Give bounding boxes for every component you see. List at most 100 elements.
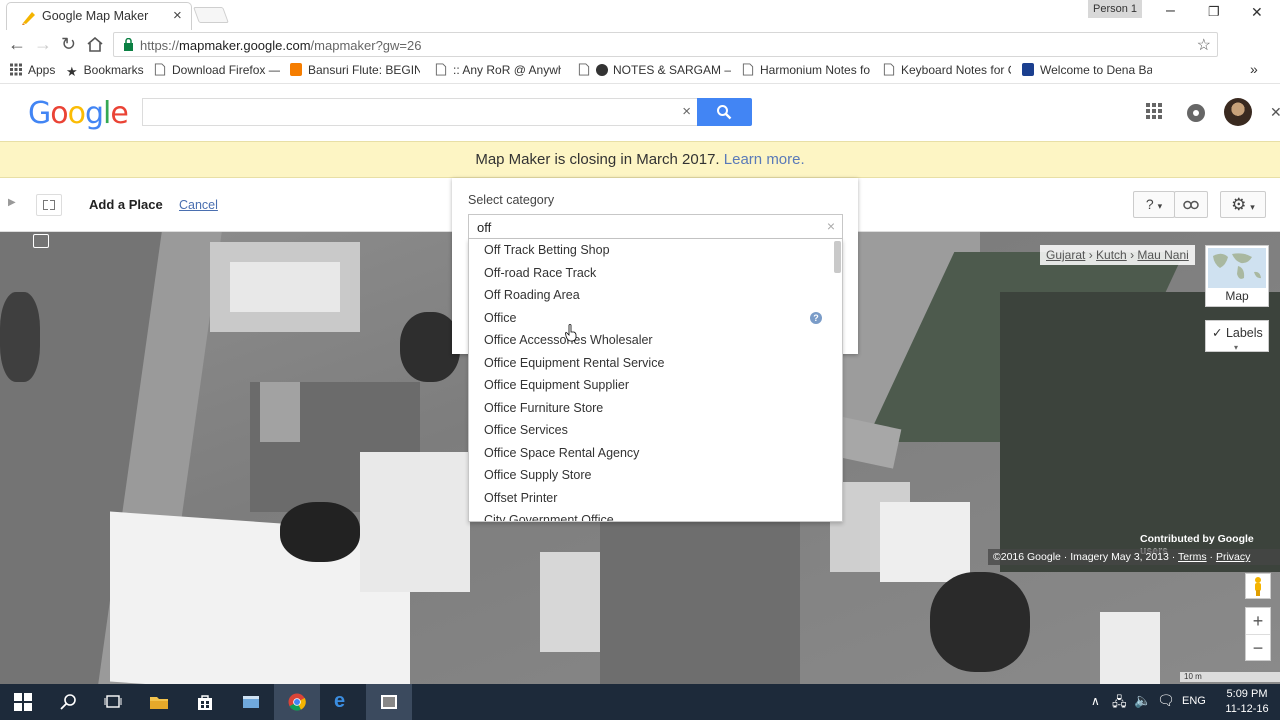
maximize-button[interactable]: ❐	[1208, 4, 1220, 20]
category-option[interactable]: Offset Printer	[484, 491, 557, 505]
taskbar-app-window[interactable]	[228, 684, 274, 720]
google-search-button[interactable]	[697, 98, 752, 126]
start-button[interactable]	[0, 684, 46, 720]
home-icon[interactable]	[87, 37, 103, 52]
taskbar-edge[interactable]: e	[320, 684, 366, 720]
tray-expand-icon[interactable]: ∧	[1091, 694, 1100, 708]
expand-panel-arrow-icon[interactable]: ▶	[8, 197, 16, 208]
volume-icon[interactable]: 🔈	[1134, 692, 1151, 709]
star-icon: ★	[66, 64, 78, 79]
browser-tab[interactable]: Google Map Maker ×	[6, 2, 192, 30]
category-help-icon[interactable]: ?	[810, 312, 822, 324]
street-view-pegman-icon[interactable]	[1245, 573, 1271, 599]
taskbar-search-button[interactable]	[46, 684, 92, 720]
zoom-out-button[interactable]: −	[1246, 634, 1270, 660]
list-scrollbar[interactable]	[834, 241, 841, 273]
back-arrow-icon[interactable]: ←	[8, 34, 26, 55]
input-language-indicator[interactable]: ENG	[1182, 695, 1206, 707]
zoom-in-button[interactable]: +	[1246, 608, 1270, 634]
category-option[interactable]: Off Track Betting Shop	[484, 243, 610, 257]
category-option[interactable]: Office Equipment Rental Service	[484, 356, 664, 370]
map-maker-favicon-icon	[22, 12, 35, 25]
address-bar[interactable]: https://mapmaker.google.com/mapmaker?gw=…	[113, 32, 1218, 57]
bookmark-bookmarks[interactable]: ★ Bookmarks	[66, 63, 144, 79]
chrome-icon	[288, 693, 306, 711]
bookmark-download-firefox[interactable]: Download Firefox — F	[154, 63, 280, 77]
bookmark-harmonium-notes[interactable]: Harmonium Notes fo	[742, 63, 870, 77]
bookmark-apps[interactable]: Apps	[10, 63, 55, 77]
link-icon	[1183, 200, 1199, 210]
map-type-label: Map	[1225, 289, 1249, 303]
taskbar-store[interactable]	[182, 684, 228, 720]
labels-caret-icon: ▾	[1234, 343, 1239, 352]
cancel-link[interactable]: Cancel	[179, 198, 218, 212]
world-map-thumbnail	[1208, 248, 1266, 288]
page-icon	[742, 63, 754, 76]
bookmark-keyboard-notes[interactable]: Keyboard Notes for C	[883, 63, 1011, 77]
labels-toggle[interactable]: ✓ Labels ▾	[1205, 320, 1269, 352]
category-option[interactable]: City Government Office	[484, 513, 614, 521]
bookmarks-overflow-button[interactable]: »	[1250, 61, 1258, 77]
bookmark-dena-bank[interactable]: Welcome to Dena Ba	[1022, 63, 1152, 77]
browser-title-bar: Google Map Maker × Person 1 – ❐ ✕	[0, 0, 1280, 30]
category-option[interactable]: Office Space Rental Agency	[484, 446, 639, 460]
tab-close-icon[interactable]: ×	[173, 7, 182, 24]
task-view-button[interactable]	[90, 684, 136, 720]
network-icon[interactable]: 🖧	[1112, 693, 1127, 715]
search-clear-icon[interactable]: ×	[682, 103, 691, 120]
category-option[interactable]: Office Supply Store	[484, 468, 591, 482]
privacy-link[interactable]: Privacy	[1216, 551, 1250, 563]
page-icon	[578, 63, 590, 76]
gear-icon: ⚙	[1231, 195, 1247, 214]
category-option[interactable]: Office Services	[484, 423, 568, 437]
map-type-toggle[interactable]: Map	[1205, 245, 1269, 307]
breadcrumb-district[interactable]: Kutch	[1096, 248, 1127, 262]
zoom-box-icon[interactable]	[33, 234, 49, 248]
breadcrumb-locality[interactable]: Mau Nani	[1137, 248, 1188, 262]
minimize-button[interactable]: –	[1166, 2, 1175, 20]
category-option[interactable]: Off Roading Area	[484, 288, 580, 302]
bookmark-bansuri-flute[interactable]: Bansuri Flute: BEGINN	[290, 63, 420, 77]
link-button[interactable]	[1174, 191, 1208, 218]
bookmark-star-icon[interactable]: ☆	[1197, 35, 1211, 55]
google-search-input[interactable]: ×	[142, 98, 698, 126]
bookmark-notes-sargam[interactable]: NOTES & SARGAM –	[578, 63, 731, 77]
location-breadcrumb: Gujarat › Kutch › Mau Nani	[1040, 245, 1195, 265]
task-view-icon	[104, 695, 122, 708]
help-button[interactable]: ? ▾	[1133, 191, 1175, 218]
google-logo[interactable]: Google	[28, 96, 129, 131]
user-avatar[interactable]	[1224, 98, 1252, 126]
zoom-control: + −	[1245, 607, 1271, 661]
forward-arrow-icon[interactable]: →	[34, 34, 52, 55]
category-suggestions-list[interactable]: Off Track Betting Shop Off-road Race Tra…	[468, 239, 843, 522]
category-clear-icon[interactable]: ×	[827, 218, 835, 234]
map-attribution: ©2016 Google · Imagery May 3, 2013 · Ter…	[988, 549, 1280, 565]
google-apps-icon[interactable]	[1146, 103, 1162, 119]
window-close-button[interactable]: ✕	[1251, 4, 1263, 21]
page-icon	[154, 63, 166, 76]
category-option[interactable]: Off-road Race Track	[484, 266, 596, 280]
new-tab-button[interactable]	[193, 7, 229, 23]
closing-notice-banner: Map Maker is closing in March 2017. Lear…	[0, 141, 1280, 178]
tab-title: Google Map Maker	[42, 9, 149, 23]
category-option[interactable]: Office	[484, 311, 516, 325]
taskbar-chrome[interactable]	[274, 684, 320, 720]
header-overflow-icon[interactable]: ✕	[1270, 104, 1280, 121]
taskbar-file-explorer[interactable]	[136, 684, 182, 720]
app-window-icon	[243, 696, 259, 708]
learn-more-link[interactable]: Learn more.	[724, 151, 805, 168]
action-center-icon[interactable]: 🗨	[1157, 692, 1175, 709]
category-option[interactable]: Office Equipment Supplier	[484, 378, 629, 392]
reload-icon[interactable]: ↻	[61, 34, 76, 55]
fullscreen-icon[interactable]	[36, 194, 62, 216]
breadcrumb-region[interactable]: Gujarat	[1046, 248, 1085, 262]
category-option[interactable]: Office Furniture Store	[484, 401, 603, 415]
profile-button[interactable]: Person 1	[1088, 0, 1142, 18]
notifications-icon[interactable]	[1187, 104, 1205, 122]
category-search-input[interactable]: off ×	[468, 214, 843, 239]
bookmark-any-ror[interactable]: :: Any RoR @ Anywhe	[435, 63, 561, 77]
taskbar-active-app[interactable]	[366, 684, 412, 720]
settings-button[interactable]: ⚙ ▾	[1220, 191, 1266, 218]
system-clock[interactable]: 5:09 PM 11-12-16	[1218, 687, 1276, 717]
terms-link[interactable]: Terms	[1178, 551, 1207, 563]
